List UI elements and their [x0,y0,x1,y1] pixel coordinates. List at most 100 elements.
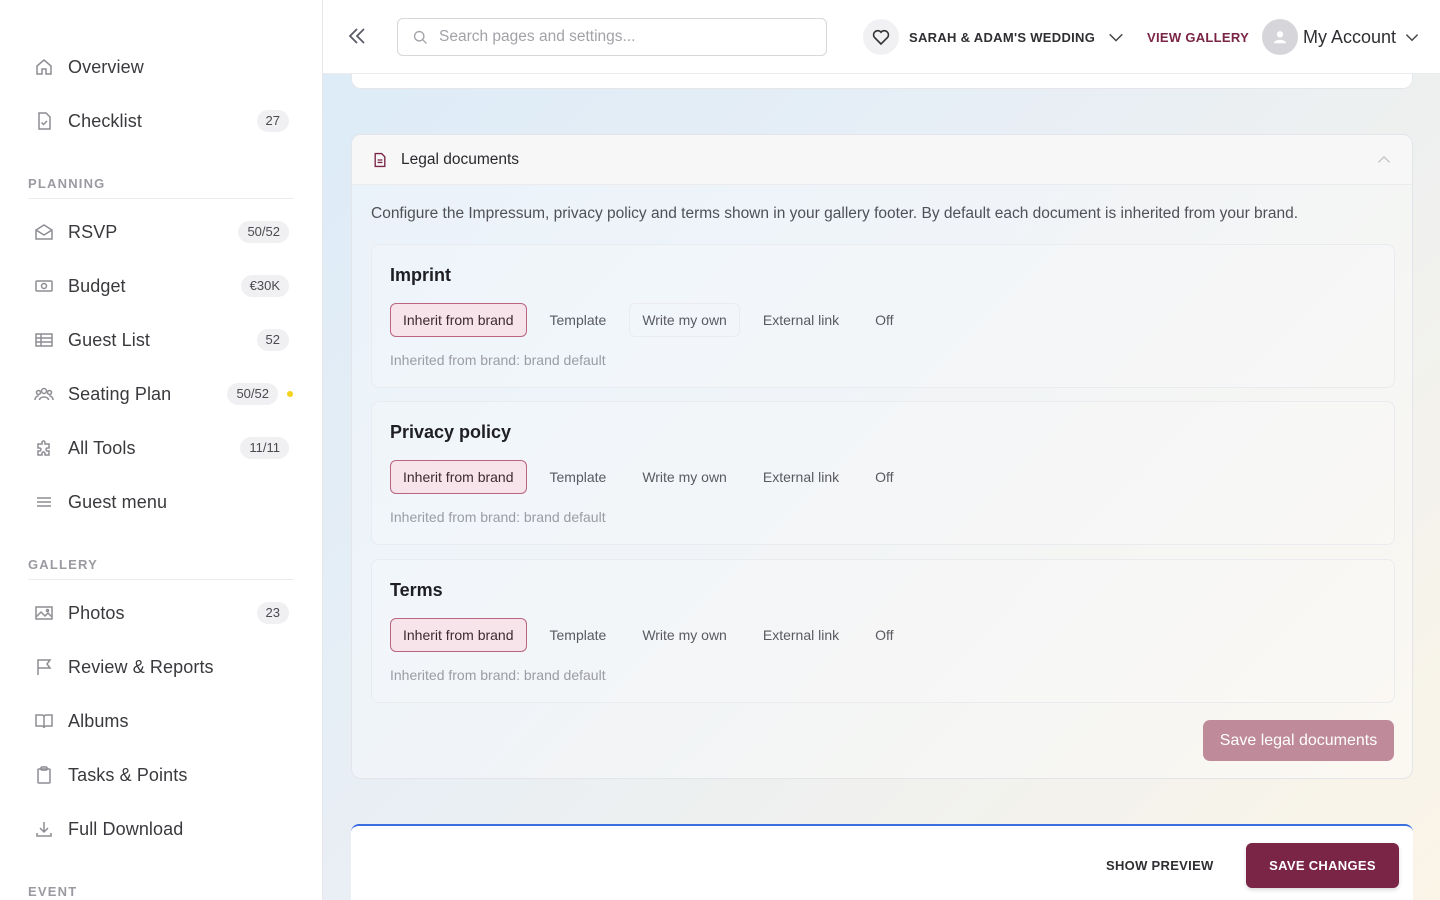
section-title: Legal documents [401,150,520,168]
sidebar-item-label: Seating Plan [68,383,172,404]
inherited-note: Inherited from brand: brand default [390,667,606,683]
document-mode-selector: Inherit from brand Template Write my own… [390,618,917,652]
sidebar-item-review-reports[interactable]: Review & Reports [0,640,322,694]
sidebar-item-photos[interactable]: Photos 23 [0,586,322,640]
menu-icon [33,491,55,513]
chevron-down-icon [1107,28,1125,46]
sidebar-item-label: Tasks & Points [68,764,188,785]
count-badge: 50/52 [227,383,278,405]
sidebar-item-seating-plan[interactable]: Seating Plan 50/52 [0,367,322,421]
legal-documents-header[interactable]: Legal documents [352,135,1412,185]
option-inherit-from-brand[interactable]: Inherit from brand [390,618,527,652]
option-inherit-from-brand[interactable]: Inherit from brand [390,460,527,494]
sidebar-item-label: All Tools [68,437,136,458]
status-dot [287,391,293,397]
amount-badge: €30K [240,275,289,297]
option-off[interactable]: Off [862,460,906,494]
sidebar-item-label: Photos [68,602,125,623]
terms-block: Terms Inherit from brand Template Write … [371,559,1395,703]
sidebar-item-label: Guest List [68,329,151,350]
show-preview-button[interactable]: SHOW PREVIEW [1106,858,1214,873]
imprint-block: Imprint Inherit from brand Template Writ… [371,244,1395,388]
collapse-sidebar-icon[interactable] [345,24,369,48]
home-icon [33,56,55,78]
sidebar-item-overview[interactable]: Overview [0,40,322,94]
inherited-note: Inherited from brand: brand default [390,509,606,525]
option-write-my-own[interactable]: Write my own [629,303,740,337]
count-badge: 27 [256,110,289,132]
option-external-link[interactable]: External link [750,618,852,652]
event-name: SARAH & ADAM'S WEDDING [909,29,1096,45]
clipboard-icon [33,764,55,786]
save-legal-documents-button[interactable]: Save legal documents [1203,720,1394,761]
option-template[interactable]: Template [537,303,620,337]
sidebar-item-tasks-points[interactable]: Tasks & Points [0,748,322,802]
sidebar-item-label: RSVP [68,221,118,242]
table-icon [33,329,55,351]
sidebar-item-label: Full Download [68,818,184,839]
sidebar-item-albums[interactable]: Albums [0,694,322,748]
image-icon [33,602,55,624]
option-external-link[interactable]: External link [750,303,852,337]
count-badge: 52 [256,329,289,351]
event-switcher[interactable]: SARAH & ADAM'S WEDDING [863,19,1125,55]
section-description: Configure the Impressum, privacy policy … [371,205,1299,222]
sidebar-item-budget[interactable]: Budget €30K [0,259,322,313]
checklist-icon [33,110,55,132]
search-input[interactable] [439,28,819,46]
search-box[interactable] [397,18,827,56]
option-template[interactable]: Template [537,618,620,652]
sidebar-item-label: Overview [68,56,144,77]
save-changes-button[interactable]: SAVE CHANGES [1246,843,1399,888]
sidebar-item-checklist[interactable]: Checklist 27 [0,94,322,148]
option-off[interactable]: Off [862,618,906,652]
sidebar-item-rsvp[interactable]: RSVP 50/52 [0,205,322,259]
sidebar-item-label: Review & Reports [68,656,214,677]
option-off[interactable]: Off [862,303,906,337]
section-label-planning: PLANNING [28,176,294,199]
search-icon [412,29,429,46]
count-badge: 50/52 [238,221,289,243]
chevron-up-icon[interactable] [1376,152,1392,168]
money-icon [33,275,55,297]
heart-icon [863,19,899,55]
section-label-gallery: GALLERY [28,557,294,580]
sidebar-item-guest-list[interactable]: Guest List 52 [0,313,322,367]
chevron-down-icon [1404,29,1420,45]
inherited-note: Inherited from brand: brand default [390,352,606,368]
count-badge: 11/11 [240,437,289,459]
download-icon [33,818,55,840]
sidebar: Overview Checklist 27 PLANNING RSVP 50/5… [0,0,323,900]
flag-icon [33,656,55,678]
avatar [1262,19,1298,55]
envelope-icon [33,221,55,243]
section-label-event: EVENT [28,884,294,900]
book-icon [33,710,55,732]
document-title: Privacy policy [390,422,512,442]
option-write-my-own[interactable]: Write my own [629,618,740,652]
sidebar-item-guest-menu[interactable]: Guest menu [0,475,322,529]
sticky-action-bar: SHOW PREVIEW SAVE CHANGES [351,824,1413,900]
sidebar-item-label: Budget [68,275,126,296]
document-title: Terms [390,580,443,600]
view-gallery-link[interactable]: VIEW GALLERY [1147,30,1249,45]
main-content: SARAH & ADAM'S WEDDING VIEW GALLERY My A… [323,0,1440,900]
document-title: Imprint [390,265,451,285]
sidebar-item-all-tools[interactable]: All Tools 11/11 [0,421,322,475]
sidebar-item-full-download[interactable]: Full Download [0,802,322,856]
privacy-policy-block: Privacy policy Inherit from brand Templa… [371,401,1395,545]
option-external-link[interactable]: External link [750,460,852,494]
option-template[interactable]: Template [537,460,620,494]
account-menu[interactable]: My Account [1262,19,1420,55]
puzzle-icon [33,437,55,459]
document-mode-selector: Inherit from brand Template Write my own… [390,460,917,494]
sidebar-item-label: Albums [68,710,129,731]
sidebar-item-label: Checklist [68,110,142,131]
people-icon [33,383,55,405]
option-write-my-own[interactable]: Write my own [629,460,740,494]
sidebar-item-label: Guest menu [68,491,168,512]
option-inherit-from-brand[interactable]: Inherit from brand [390,303,527,337]
top-bar: SARAH & ADAM'S WEDDING VIEW GALLERY My A… [323,0,1440,74]
document-mode-selector: Inherit from brand Template Write my own… [390,303,917,337]
account-label: My Account [1303,26,1397,47]
